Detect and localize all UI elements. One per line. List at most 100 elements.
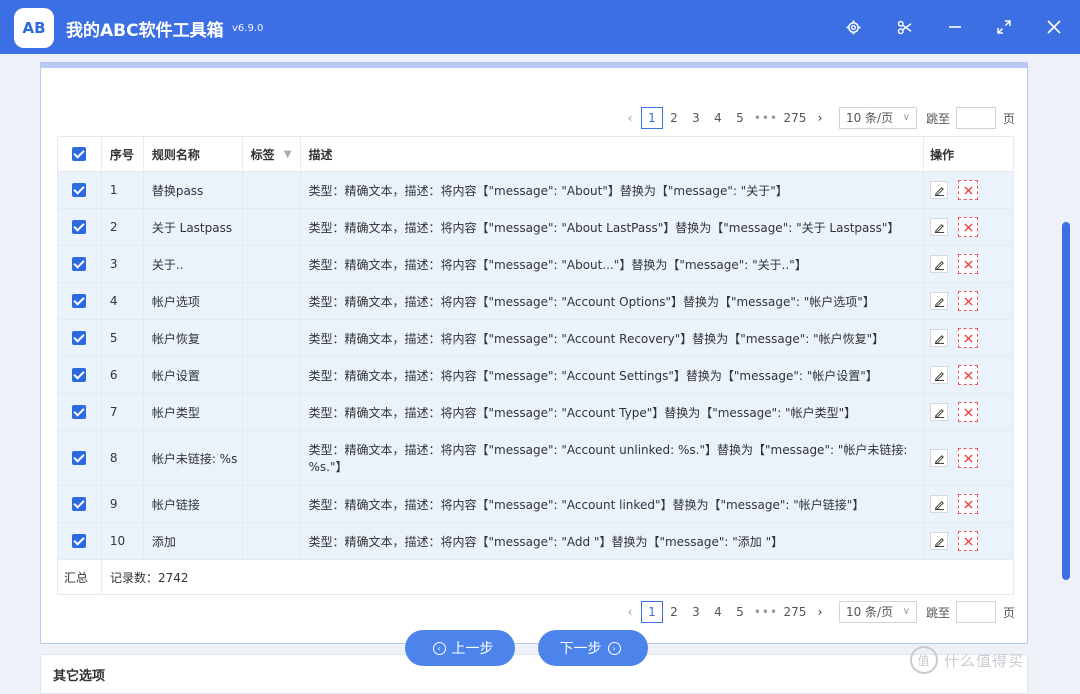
edit-button[interactable] — [930, 495, 949, 513]
row-checkbox[interactable] — [72, 183, 87, 197]
delete-icon — [964, 370, 973, 380]
row-checkbox[interactable] — [72, 257, 87, 271]
delete-icon — [964, 296, 973, 306]
table-row: 5 帐户恢复 类型：精确文本，描述：将内容【"message": "Account … — [58, 320, 1013, 357]
row-ops — [924, 357, 1013, 393]
close-button[interactable] — [1041, 14, 1067, 40]
row-checkbox[interactable] — [72, 497, 87, 511]
scrollbar-thumb[interactable] — [1062, 222, 1070, 580]
page-size-select[interactable]: 10 条/页 ∨ — [838, 601, 917, 623]
chevron-right-icon: › — [607, 641, 621, 655]
next-page-button[interactable]: › — [809, 605, 831, 619]
delete-button[interactable] — [958, 254, 979, 274]
edit-button[interactable] — [930, 532, 949, 550]
row-select-cell — [58, 283, 102, 319]
page-ellipsis[interactable]: ••• — [751, 605, 781, 619]
jump-page-input[interactable] — [955, 107, 996, 129]
edit-icon — [934, 537, 944, 547]
edit-button[interactable] — [930, 255, 949, 273]
table-row: 3 关于.. 类型：精确文本，描述：将内容【"message": "About...… — [58, 246, 1013, 283]
delete-icon — [964, 536, 973, 546]
page-2[interactable]: 2 — [663, 601, 685, 623]
page-5[interactable]: 5 — [729, 601, 751, 623]
jump-label: 跳至 — [925, 605, 950, 620]
row-checkbox[interactable] — [72, 331, 87, 345]
delete-icon — [964, 333, 973, 343]
page-3[interactable]: 3 — [685, 601, 707, 623]
page-ellipsis[interactable]: ••• — [751, 111, 781, 125]
row-checkbox[interactable] — [72, 220, 87, 234]
page-2[interactable]: 2 — [663, 107, 685, 129]
scissors-button[interactable] — [891, 14, 917, 40]
row-desc: 类型：精确文本，描述：将内容【"message": "Account Optio… — [301, 283, 925, 319]
row-tag — [243, 394, 301, 430]
edit-button[interactable] — [930, 329, 949, 347]
delete-button[interactable] — [958, 328, 979, 348]
delete-button[interactable] — [958, 365, 979, 385]
prev-step-label: 上一步 — [451, 641, 494, 657]
filter-icon[interactable]: ▼ — [284, 149, 292, 160]
row-checkbox[interactable] — [72, 451, 87, 465]
table-row: 4 帐户选项 类型：精确文本，描述：将内容【"message": "Account … — [58, 283, 1013, 320]
next-step-button[interactable]: 下一步 › — [538, 630, 648, 666]
row-tag — [243, 357, 301, 393]
delete-button[interactable] — [958, 180, 979, 200]
delete-button[interactable] — [958, 291, 979, 311]
edit-button[interactable] — [930, 181, 949, 199]
summary-label: 汇总 — [58, 560, 102, 594]
page-5[interactable]: 5 — [729, 107, 751, 129]
select-all-checkbox[interactable] — [72, 147, 87, 161]
edit-icon — [934, 454, 944, 464]
minimize-button[interactable] — [942, 14, 968, 40]
prev-step-button[interactable]: ‹ 上一步 — [405, 630, 515, 666]
edit-button[interactable] — [930, 449, 949, 467]
page-1[interactable]: 1 — [640, 107, 663, 129]
edit-button[interactable] — [930, 292, 949, 310]
row-desc: 类型：精确文本，描述：将内容【"message": "Account unlin… — [301, 431, 925, 485]
delete-button[interactable] — [958, 531, 979, 551]
row-no: 10 — [102, 523, 144, 559]
jump-label: 跳至 — [925, 111, 950, 126]
prev-page-button[interactable]: ‹ — [619, 111, 641, 125]
prev-page-button[interactable]: ‹ — [619, 605, 641, 619]
edit-button[interactable] — [930, 218, 949, 236]
maximize-button[interactable] — [991, 14, 1017, 40]
delete-button[interactable] — [958, 217, 979, 237]
row-checkbox[interactable] — [72, 294, 87, 308]
settings-button[interactable] — [840, 14, 866, 40]
page-4[interactable]: 4 — [707, 107, 729, 129]
table-row: 9 帐户链接 类型：精确文本，描述：将内容【"message": "Account … — [58, 486, 1013, 523]
page-last[interactable]: 275 — [781, 601, 809, 623]
row-ops — [924, 246, 1013, 282]
edit-button[interactable] — [930, 366, 949, 384]
row-select-cell — [58, 246, 102, 282]
page-3[interactable]: 3 — [685, 107, 707, 129]
delete-button[interactable] — [958, 448, 979, 468]
edit-button[interactable] — [930, 403, 949, 421]
row-desc: 类型：精确文本，描述：将内容【"message": "About LastPas… — [301, 209, 925, 245]
page-1[interactable]: 1 — [640, 601, 663, 623]
delete-icon — [964, 259, 973, 269]
row-name: 帐户未链接: %s — [144, 431, 243, 485]
page-4[interactable]: 4 — [707, 601, 729, 623]
watermark: 值 什么值得买 — [910, 646, 1024, 674]
edit-icon — [934, 186, 944, 196]
page-size-select[interactable]: 10 条/页 ∨ — [838, 107, 917, 129]
row-ops — [924, 320, 1013, 356]
page-last[interactable]: 275 — [781, 107, 809, 129]
next-page-button[interactable]: › — [809, 111, 831, 125]
row-ops — [924, 486, 1013, 522]
delete-icon — [964, 499, 973, 509]
jump-page-input[interactable] — [955, 601, 996, 623]
row-checkbox[interactable] — [72, 368, 87, 382]
row-desc: 类型：精确文本，描述：将内容【"message": "Account linke… — [301, 486, 925, 522]
row-name: 替换pass — [144, 172, 243, 208]
row-name: 添加 — [144, 523, 243, 559]
row-desc: 类型：精确文本，描述：将内容【"message": "About"】替换为【"m… — [301, 172, 925, 208]
delete-button[interactable] — [958, 402, 979, 422]
header-desc: 描述 — [301, 137, 925, 171]
row-checkbox[interactable] — [72, 405, 87, 419]
edit-icon — [934, 260, 944, 270]
delete-button[interactable] — [958, 494, 979, 514]
row-checkbox[interactable] — [72, 534, 87, 548]
